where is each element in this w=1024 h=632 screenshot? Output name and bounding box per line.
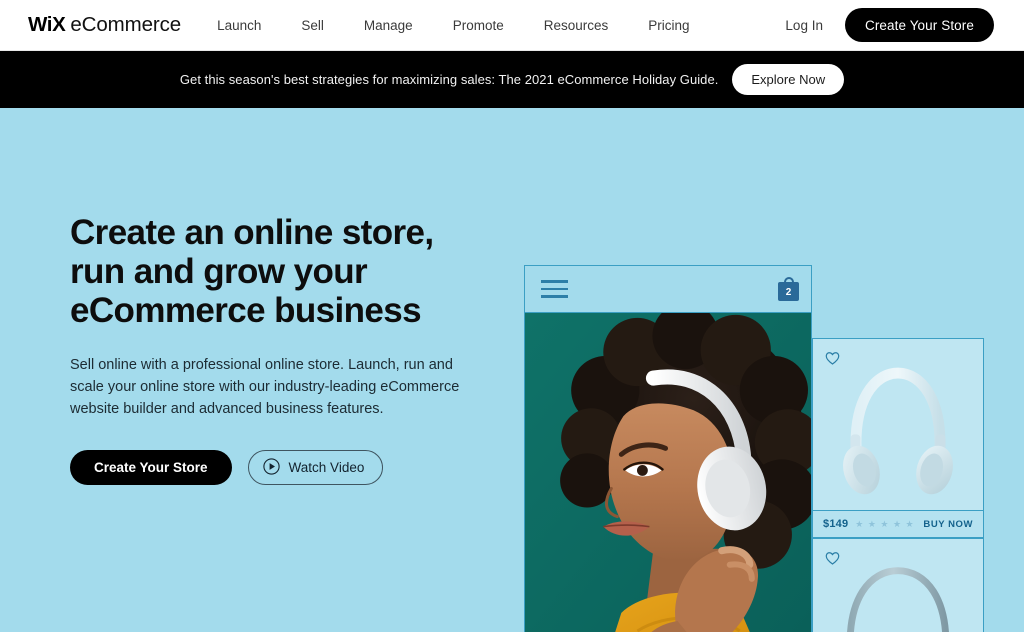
logo-product-text: eCommerce: [70, 13, 182, 36]
hero-headline: Create an online store, run and grow you…: [70, 213, 490, 330]
hero-headline-line-1: Create an online store,: [70, 213, 434, 252]
create-your-store-button-hero[interactable]: Create Your Store: [70, 450, 232, 485]
nav-item-sell[interactable]: Sell: [301, 18, 324, 33]
hamburger-menu-icon[interactable]: [541, 280, 568, 298]
heart-icon[interactable]: [825, 351, 840, 365]
shopping-bag-body: 2: [778, 282, 799, 301]
create-your-store-button-header[interactable]: Create Your Store: [844, 8, 994, 42]
hero-headline-line-2: run and grow your: [70, 252, 368, 291]
log-in-link[interactable]: Log In: [785, 18, 823, 33]
nav-item-launch[interactable]: Launch: [217, 18, 261, 33]
product-rating-stars: ★ ★ ★ ★ ★: [855, 518, 915, 529]
top-navigation-bar: WiX eCommerce Launch Sell Manage Promote…: [0, 0, 1024, 51]
hero-section: Create an online store, run and grow you…: [0, 108, 1024, 632]
storefront-mockup-panel: 2: [524, 265, 812, 632]
nav-item-manage[interactable]: Manage: [364, 18, 413, 33]
announcement-text: Get this season's best strategies for ma…: [179, 72, 719, 87]
hero-subtitle: Sell online with a professional online s…: [70, 357, 460, 417]
nav-item-pricing[interactable]: Pricing: [648, 18, 689, 33]
product-card[interactable]: $149 ★ ★ ★ ★ ★ BUY NOW: [812, 338, 984, 538]
watch-video-label: Watch Video: [288, 460, 365, 475]
announcement-bar: Get this season's best strategies for ma…: [0, 51, 1024, 108]
hero-headline-line-3: eCommerce business: [70, 291, 422, 330]
product-image-on-ear-headphones: [813, 539, 983, 632]
nav-item-resources[interactable]: Resources: [544, 18, 609, 33]
watch-video-button[interactable]: Watch Video: [247, 450, 384, 485]
heart-icon[interactable]: [825, 551, 840, 565]
product-image-over-ear-headphones: [813, 339, 983, 510]
buy-now-button[interactable]: BUY NOW: [923, 519, 973, 530]
storefront-mock-topbar: 2: [525, 266, 811, 313]
product-card[interactable]: $165 ★ ★ ★ ★ ★ BUY NOW: [812, 538, 984, 632]
product-price: $149: [823, 518, 849, 530]
hero-copy-block: Create an online store, run and grow you…: [70, 213, 490, 485]
play-circle-icon: [262, 457, 280, 478]
explore-now-button[interactable]: Explore Now: [732, 64, 845, 95]
hero-product-photo: [525, 313, 811, 632]
logo-wix-text: WiX: [28, 13, 66, 36]
nav-right-actions: Log In Create Your Store: [785, 8, 994, 42]
primary-nav-links: Launch Sell Manage Promote Resources Pri…: [217, 18, 689, 33]
hero-cta-group: Create Your Store Watch Video: [70, 450, 490, 485]
cart-item-count-badge: 2: [785, 287, 792, 298]
product-info-row: $149 ★ ★ ★ ★ ★ BUY NOW: [813, 510, 983, 537]
nav-item-promote[interactable]: Promote: [453, 18, 504, 33]
wix-ecommerce-logo[interactable]: WiX eCommerce: [28, 13, 181, 37]
shopping-bag-icon[interactable]: 2: [778, 277, 799, 301]
